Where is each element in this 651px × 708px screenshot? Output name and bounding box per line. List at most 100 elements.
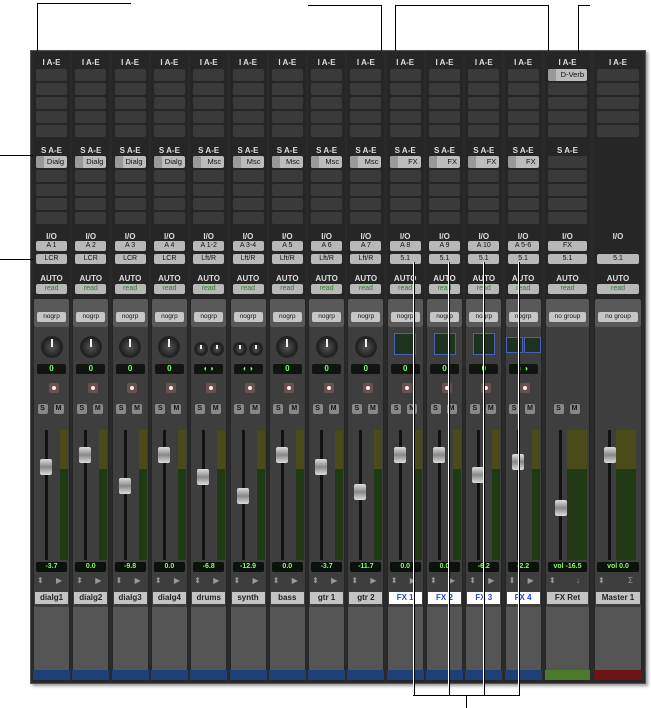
- send-slot[interactable]: [468, 170, 500, 182]
- send-slot-assigned[interactable]: FX: [507, 156, 539, 168]
- send-slot[interactable]: [350, 198, 382, 210]
- meter-scroll-arrows[interactable]: ⬍: [509, 576, 516, 585]
- send-slot[interactable]: [271, 170, 303, 182]
- output-selector[interactable]: Lft/R: [311, 254, 343, 264]
- automation-mode-button[interactable]: read: [597, 284, 639, 294]
- send-slot[interactable]: [193, 184, 225, 196]
- send-slot[interactable]: [311, 212, 343, 224]
- send-slot-assigned[interactable]: Msc: [193, 156, 225, 168]
- insert-slot[interactable]: [597, 69, 639, 81]
- send-slot[interactable]: [75, 170, 107, 182]
- send-slot[interactable]: [193, 198, 225, 210]
- insert-slot[interactable]: [468, 83, 500, 95]
- insert-slot[interactable]: [75, 111, 107, 123]
- group-selector[interactable]: nogrp: [76, 312, 106, 322]
- send-slot[interactable]: [468, 198, 500, 210]
- pan-knob[interactable]: [119, 336, 142, 358]
- group-selector[interactable]: nogrp: [390, 312, 420, 322]
- input-selector[interactable]: A 5-6: [507, 241, 539, 251]
- send-slot[interactable]: [232, 170, 264, 182]
- insert-slot[interactable]: [153, 69, 185, 81]
- input-selector[interactable]: A 8: [389, 241, 421, 251]
- input-selector[interactable]: A 1: [36, 241, 67, 251]
- input-selector[interactable]: A 6: [311, 241, 343, 251]
- send-slot[interactable]: [114, 212, 146, 224]
- group-selector[interactable]: no group: [598, 312, 638, 322]
- meter-scroll-arrows[interactable]: ⬍: [351, 576, 358, 585]
- insert-slot[interactable]: [36, 97, 67, 109]
- output-selector[interactable]: LCR: [114, 254, 146, 264]
- send-slot[interactable]: [507, 170, 539, 182]
- group-selector[interactable]: nogrp: [194, 312, 224, 322]
- solo-button[interactable]: S: [351, 404, 362, 414]
- send-slot[interactable]: [548, 198, 587, 210]
- meter-scroll-arrows[interactable]: ⬍: [273, 576, 280, 585]
- send-slot[interactable]: [193, 170, 225, 182]
- input-selector[interactable]: A 1-2: [193, 241, 225, 251]
- insert-slot[interactable]: [75, 97, 107, 109]
- insert-slot[interactable]: [429, 111, 460, 123]
- group-selector[interactable]: nogrp: [351, 312, 381, 322]
- track-name[interactable]: dialg2: [74, 592, 108, 604]
- solo-button[interactable]: S: [273, 404, 284, 414]
- volume-fader[interactable]: [197, 468, 210, 485]
- insert-slot[interactable]: [548, 83, 587, 95]
- insert-slot[interactable]: [193, 111, 225, 123]
- insert-slot[interactable]: [75, 83, 107, 95]
- volume-fader[interactable]: [157, 447, 170, 463]
- pan-knob[interactable]: [79, 336, 102, 358]
- mute-button[interactable]: M: [171, 404, 182, 414]
- pan-knob-left[interactable]: [233, 342, 247, 356]
- volume-fader[interactable]: [433, 447, 445, 463]
- send-slot[interactable]: [429, 170, 460, 182]
- mute-button[interactable]: M: [328, 404, 339, 414]
- send-slot[interactable]: [75, 198, 107, 210]
- insert-slot[interactable]: [389, 111, 421, 123]
- insert-slot[interactable]: [36, 111, 67, 123]
- meter-scroll-arrows[interactable]: ⬍: [312, 576, 319, 585]
- comments-area[interactable]: [427, 607, 462, 670]
- send-slot[interactable]: [548, 170, 587, 182]
- send-slot[interactable]: [153, 184, 185, 196]
- meter-scroll-arrows[interactable]: ⬍: [469, 576, 476, 585]
- record-enable-button[interactable]: [205, 383, 216, 393]
- output-selector[interactable]: Lft/R: [271, 254, 303, 264]
- mute-button[interactable]: M: [525, 404, 536, 414]
- mute-button[interactable]: M: [132, 404, 143, 414]
- insert-slot[interactable]: [389, 125, 421, 137]
- send-slot[interactable]: [389, 184, 421, 196]
- comments-area[interactable]: [595, 607, 641, 670]
- output-selector[interactable]: Lft/R: [232, 254, 264, 264]
- insert-slot[interactable]: [114, 69, 146, 81]
- automation-mode-button[interactable]: read: [193, 284, 225, 294]
- insert-slot[interactable]: [507, 83, 539, 95]
- meter-scroll-arrows[interactable]: ⬍: [116, 576, 123, 585]
- insert-slot[interactable]: [36, 83, 67, 95]
- group-selector[interactable]: nogrp: [37, 312, 66, 322]
- insert-slot[interactable]: [597, 83, 639, 95]
- output-selector[interactable]: LCR: [75, 254, 107, 264]
- comments-area[interactable]: [151, 607, 187, 670]
- comments-area[interactable]: [309, 607, 345, 670]
- send-slot-assigned[interactable]: FX: [389, 156, 421, 168]
- send-slot[interactable]: [36, 184, 67, 196]
- group-selector[interactable]: nogrp: [115, 312, 145, 322]
- insert-slot[interactable]: [271, 69, 303, 81]
- insert-slot[interactable]: [429, 125, 460, 137]
- send-slot[interactable]: [350, 170, 382, 182]
- insert-slot[interactable]: [271, 125, 303, 137]
- insert-slot[interactable]: [468, 69, 500, 81]
- send-slot[interactable]: [153, 170, 185, 182]
- send-slot[interactable]: [232, 198, 264, 210]
- send-slot[interactable]: [36, 212, 67, 224]
- insert-slot[interactable]: [271, 97, 303, 109]
- track-name[interactable]: FX 1: [388, 592, 422, 604]
- solo-button[interactable]: S: [37, 404, 48, 414]
- input-selector[interactable]: A 3-4: [232, 241, 264, 251]
- pan-knob[interactable]: [315, 336, 338, 358]
- send-slot-assigned[interactable]: Dialg: [36, 156, 67, 168]
- automation-mode-button[interactable]: read: [507, 284, 539, 294]
- send-slot[interactable]: [36, 170, 67, 182]
- send-slot-assigned[interactable]: Dialg: [114, 156, 146, 168]
- send-slot-assigned[interactable]: Dialg: [75, 156, 107, 168]
